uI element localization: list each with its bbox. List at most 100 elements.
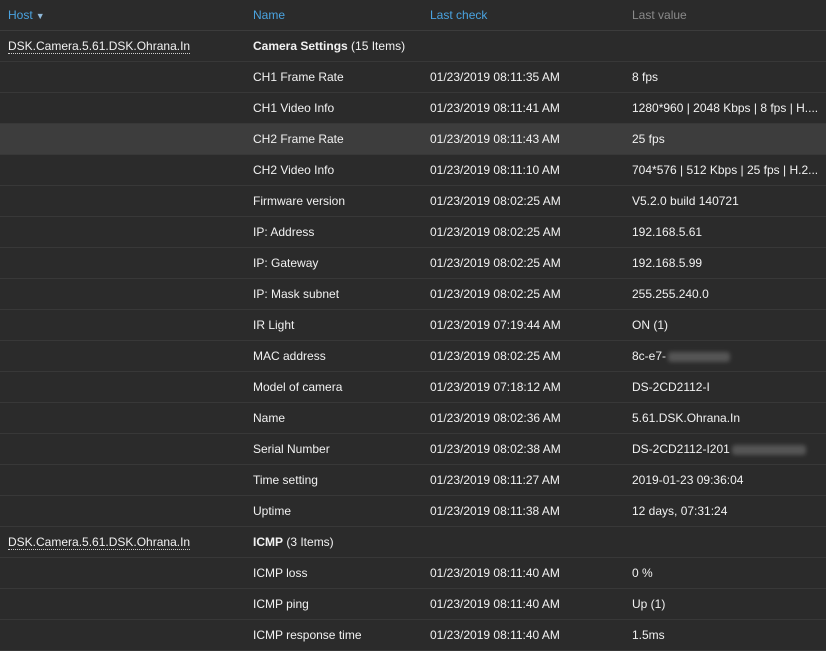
- item-name[interactable]: ICMP ping: [253, 589, 423, 619]
- item-host-cell: [8, 124, 248, 154]
- item-last-value[interactable]: ON (1): [632, 310, 822, 340]
- item-last-value[interactable]: 192.168.5.99: [632, 248, 822, 278]
- item-row[interactable]: Time setting 01/23/2019 08:11:27 AM 2019-0…: [0, 465, 826, 496]
- item-last-value-text: 8c-e7-: [632, 349, 667, 363]
- item-last-value-text: 12 days, 07:31:24: [632, 504, 728, 518]
- item-last-value[interactable]: Up (1): [632, 589, 822, 619]
- item-row[interactable]: Firmware version 01/23/2019 08:02:25 AM V5…: [0, 186, 826, 217]
- item-last-check: 01/23/2019 07:19:44 AM: [430, 318, 561, 332]
- item-host-cell: [8, 62, 248, 92]
- column-header-last-check[interactable]: Last check: [430, 0, 625, 30]
- group-title: Camera Settings: [253, 39, 348, 53]
- item-name[interactable]: ICMP loss: [253, 558, 423, 588]
- item-name[interactable]: Uptime: [253, 496, 423, 526]
- item-row[interactable]: MAC address 01/23/2019 08:02:25 AM 8c-e7-: [0, 341, 826, 372]
- item-last-value-text: 1.5ms: [632, 628, 665, 642]
- item-name[interactable]: Serial Number: [253, 434, 423, 464]
- item-host-cell: [8, 620, 248, 650]
- item-last-value-text: 1280*960 | 2048 Kbps | 8 fps | H....: [632, 101, 819, 115]
- item-name[interactable]: CH2 Video Info: [253, 155, 423, 185]
- item-name[interactable]: CH1 Frame Rate: [253, 62, 423, 92]
- item-last-value[interactable]: 8c-e7-: [632, 341, 822, 371]
- group-row: DSK.Camera.5.61.DSK.Ohrana.In Camera Sett…: [0, 31, 826, 62]
- item-row[interactable]: IP: Gateway 01/23/2019 08:02:25 AM 192.168…: [0, 248, 826, 279]
- item-row[interactable]: CH1 Video Info 01/23/2019 08:11:41 AM 1280…: [0, 93, 826, 124]
- item-host-cell: [8, 93, 248, 123]
- item-last-value[interactable]: 0 %: [632, 558, 822, 588]
- item-row[interactable]: Model of camera 01/23/2019 07:18:12 AM DS-…: [0, 372, 826, 403]
- item-host-cell: [8, 558, 248, 588]
- item-last-check: 01/23/2019 08:11:27 AM: [430, 473, 560, 487]
- item-row[interactable]: CH2 Video Info 01/23/2019 08:11:10 AM 704*…: [0, 155, 826, 186]
- item-name[interactable]: MAC address: [253, 341, 423, 371]
- host-link[interactable]: DSK.Camera.5.61.DSK.Ohrana.In: [8, 535, 191, 550]
- item-last-check: 01/23/2019 08:02:38 AM: [430, 442, 561, 456]
- item-last-value-text: 8 fps: [632, 70, 659, 84]
- item-name[interactable]: Model of camera: [253, 372, 423, 402]
- item-row[interactable]: ICMP loss 01/23/2019 08:11:40 AM 0 %: [0, 558, 826, 589]
- item-last-check: 01/23/2019 08:11:41 AM: [430, 101, 560, 115]
- group-row: DSK.Camera.5.61.DSK.Ohrana.In ICMP (3 Ite…: [0, 527, 826, 558]
- item-row[interactable]: IP: Address 01/23/2019 08:02:25 AM 192.168…: [0, 217, 826, 248]
- item-last-check: 01/23/2019 08:11:35 AM: [430, 70, 560, 84]
- item-row[interactable]: CH1 Frame Rate 01/23/2019 08:11:35 AM 8 fp…: [0, 62, 826, 93]
- item-host-cell: [8, 589, 248, 619]
- item-host-cell: [8, 279, 248, 309]
- sort-descending-icon: ▼: [35, 11, 45, 21]
- group-name-cell[interactable]: ICMP (3 Items): [253, 527, 423, 557]
- item-last-value[interactable]: 25 fps: [632, 124, 822, 154]
- item-host-cell: [8, 403, 248, 433]
- item-last-value[interactable]: DS-2CD2112-I: [632, 372, 822, 402]
- item-last-value[interactable]: 1.5ms: [632, 620, 822, 650]
- host-link[interactable]: DSK.Camera.5.61.DSK.Ohrana.In: [8, 39, 191, 54]
- group-name-cell[interactable]: Camera Settings (15 Items): [253, 31, 423, 61]
- item-name[interactable]: Name: [253, 403, 423, 433]
- item-name[interactable]: Firmware version: [253, 186, 423, 216]
- item-last-value[interactable]: 5.61.DSK.Ohrana.In: [632, 403, 822, 433]
- item-last-value[interactable]: 8 fps: [632, 62, 822, 92]
- item-last-value[interactable]: V5.2.0 build 140721: [632, 186, 822, 216]
- item-last-check: 01/23/2019 08:11:43 AM: [430, 132, 560, 146]
- item-name[interactable]: CH2 Frame Rate: [253, 124, 423, 154]
- item-host-cell: [8, 310, 248, 340]
- group-item-count: (3 Items): [286, 535, 334, 549]
- item-row[interactable]: Serial Number 01/23/2019 08:02:38 AM DS-2C…: [0, 434, 826, 465]
- item-last-value[interactable]: DS-2CD2112-I201: [632, 434, 822, 464]
- item-last-check: 01/23/2019 08:11:40 AM: [430, 597, 560, 611]
- item-host-cell: [8, 186, 248, 216]
- item-row[interactable]: Uptime 01/23/2019 08:11:38 AM 12 days, 07:…: [0, 496, 826, 527]
- item-row[interactable]: CH2 Frame Rate 01/23/2019 08:11:43 AM 25 f…: [0, 124, 826, 155]
- item-name[interactable]: IR Light: [253, 310, 423, 340]
- item-host-cell: [8, 341, 248, 371]
- item-last-value[interactable]: 704*576 | 512 Kbps | 25 fps | H.2...: [632, 155, 822, 185]
- item-name[interactable]: ICMP response time: [253, 620, 423, 650]
- redacted-value: [731, 444, 806, 455]
- item-row[interactable]: Name 01/23/2019 08:02:36 AM 5.61.DSK.Ohran…: [0, 403, 826, 434]
- item-name[interactable]: IP: Address: [253, 217, 423, 247]
- item-name[interactable]: IP: Mask subnet: [253, 279, 423, 309]
- item-name[interactable]: CH1 Video Info: [253, 93, 423, 123]
- item-host-cell: [8, 372, 248, 402]
- item-last-value[interactable]: 192.168.5.61: [632, 217, 822, 247]
- item-last-check: 01/23/2019 07:18:12 AM: [430, 380, 561, 394]
- item-last-value-text: 255.255.240.0: [632, 287, 709, 301]
- item-name[interactable]: IP: Gateway: [253, 248, 423, 278]
- item-last-value[interactable]: 1280*960 | 2048 Kbps | 8 fps | H....: [632, 93, 822, 123]
- item-last-check: 01/23/2019 08:02:25 AM: [430, 349, 561, 363]
- item-last-value[interactable]: 255.255.240.0: [632, 279, 822, 309]
- item-row[interactable]: ICMP ping 01/23/2019 08:11:40 AM Up (1): [0, 589, 826, 620]
- item-name[interactable]: Time setting: [253, 465, 423, 495]
- item-row[interactable]: IR Light 01/23/2019 07:19:44 AM ON (1): [0, 310, 826, 341]
- item-last-check: 01/23/2019 08:11:10 AM: [430, 163, 560, 177]
- table-header: Host ▼ Name Last check Last value: [0, 0, 826, 31]
- item-last-value[interactable]: 12 days, 07:31:24: [632, 496, 822, 526]
- item-row[interactable]: ICMP response time 01/23/2019 08:11:40 AM…: [0, 620, 826, 651]
- item-last-value-text: 2019-01-23 09:36:04: [632, 473, 744, 487]
- item-host-cell: [8, 434, 248, 464]
- column-header-name[interactable]: Name: [253, 0, 423, 30]
- column-header-last-value: Last value: [632, 8, 687, 22]
- item-row[interactable]: IP: Mask subnet 01/23/2019 08:02:25 AM 255…: [0, 279, 826, 310]
- column-header-host[interactable]: Host ▼: [8, 0, 248, 30]
- item-last-check: 01/23/2019 08:11:40 AM: [430, 566, 560, 580]
- item-last-value[interactable]: 2019-01-23 09:36:04: [632, 465, 822, 495]
